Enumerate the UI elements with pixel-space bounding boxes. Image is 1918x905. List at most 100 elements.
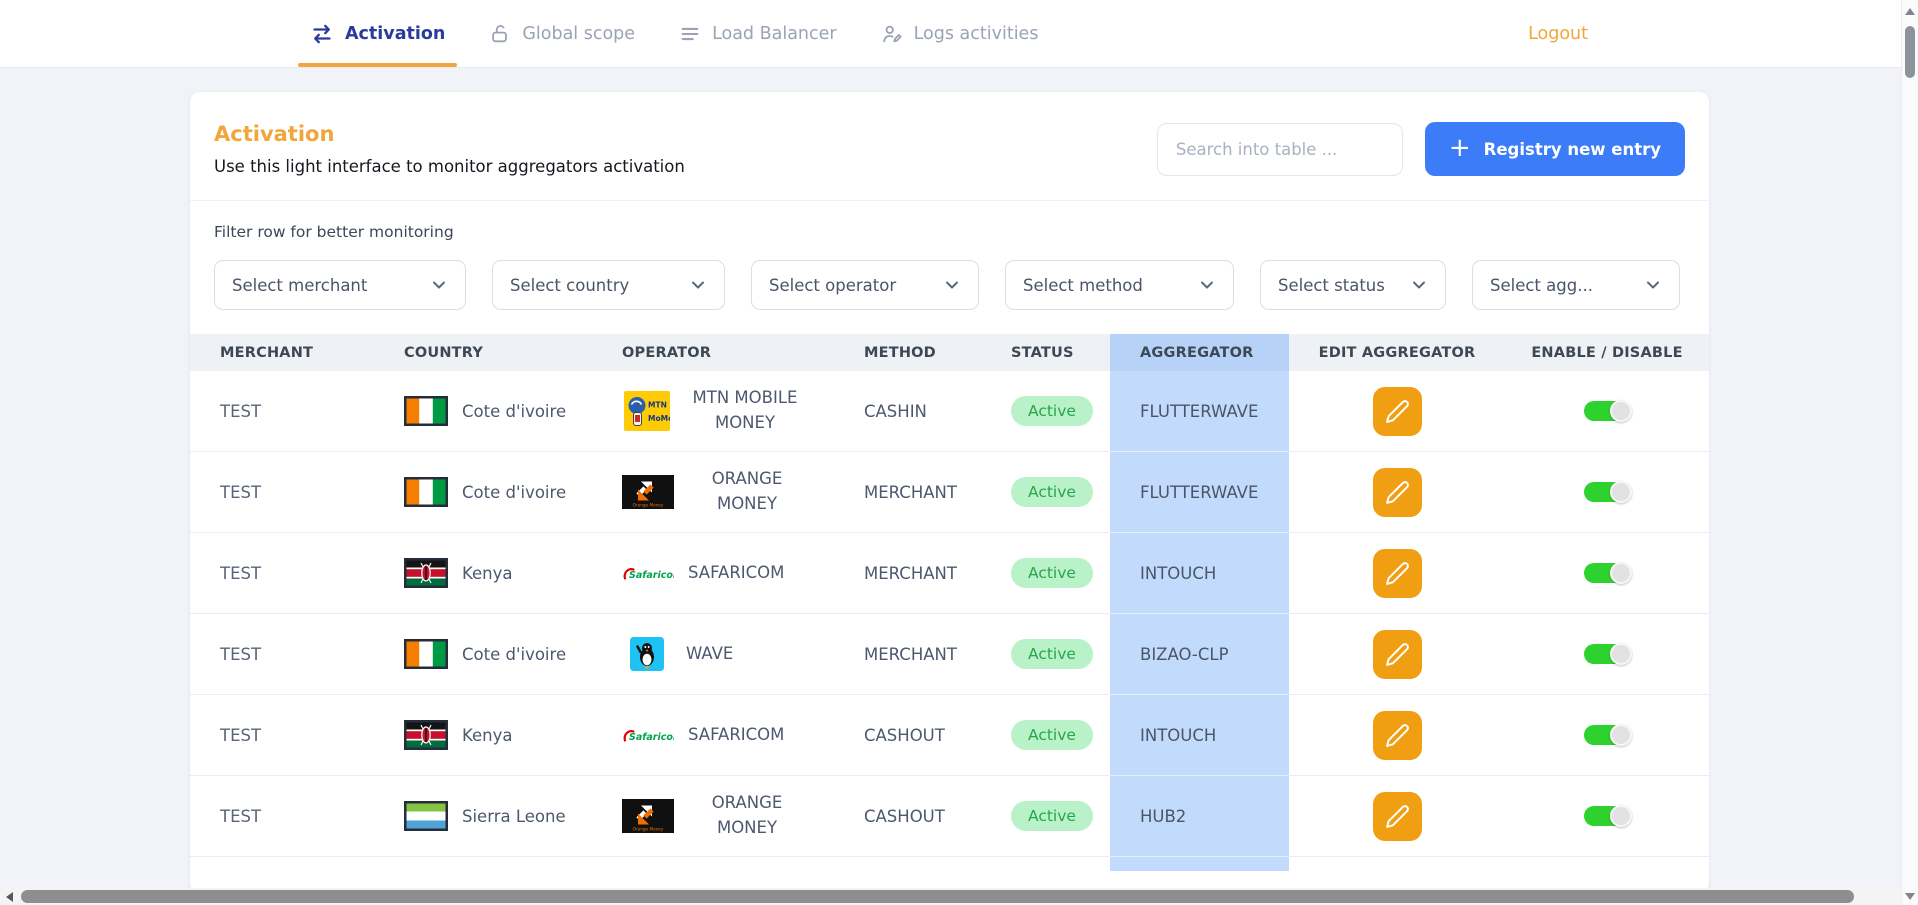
- country-cell: Cote d'ivoire: [398, 452, 618, 532]
- enable-toggle[interactable]: [1584, 644, 1630, 664]
- aggregator-cell: FLUTTERWAVE: [1110, 371, 1289, 451]
- tab-global-scope[interactable]: Global scope: [485, 0, 639, 67]
- tab-label: Logs activities: [914, 24, 1039, 44]
- svg-text:Orange Money: Orange Money: [633, 827, 664, 832]
- enable-toggle[interactable]: [1584, 725, 1630, 745]
- merchant-name: TEST: [220, 402, 261, 421]
- edit-aggregator-cell: [1289, 371, 1505, 451]
- pencil-icon: [1385, 723, 1410, 748]
- chevron-down-icon: [688, 275, 708, 295]
- edit-aggregator-button[interactable]: [1373, 387, 1422, 436]
- chevron-down-icon: [429, 275, 449, 295]
- status-cell: Active: [1005, 776, 1110, 856]
- select-value: Select status: [1278, 276, 1385, 295]
- enable-disable-cell: [1505, 614, 1709, 694]
- merchant-cell: TEST: [190, 452, 398, 532]
- tab-label: Load Balancer: [712, 24, 837, 44]
- kenya-flag: [404, 720, 448, 750]
- aggregator-name: BIZAO-CLP: [1140, 645, 1229, 664]
- merchant-name: TEST: [220, 807, 261, 826]
- horizontal-scrollbar[interactable]: [0, 888, 1901, 905]
- vertical-scrollbar[interactable]: [1901, 0, 1918, 905]
- column-header-country: COUNTRY: [398, 334, 618, 371]
- select-value: Select merchant: [232, 276, 367, 295]
- vertical-scroll-thumb[interactable]: [1905, 26, 1915, 78]
- svg-text:MoMo: MoMo: [648, 414, 670, 423]
- empty-cell: [1505, 857, 1709, 871]
- tab-activation[interactable]: Activation: [306, 0, 449, 67]
- enable-toggle[interactable]: [1584, 482, 1630, 502]
- enable-disable-cell: [1505, 695, 1709, 775]
- operator-name: MTN MOBILE MONEY: [686, 386, 804, 436]
- chevron-down-icon: [1409, 275, 1429, 295]
- filter-select-select-status[interactable]: Select status: [1260, 260, 1446, 310]
- edit-aggregator-cell: [1289, 533, 1505, 613]
- filter-select-select-country[interactable]: Select country: [492, 260, 725, 310]
- select-value: Select agg...: [1490, 276, 1593, 295]
- filter-select-select-operator[interactable]: Select operator: [751, 260, 979, 310]
- enable-toggle[interactable]: [1584, 563, 1630, 583]
- horizontal-scroll-thumb[interactable]: [21, 890, 1854, 903]
- aggregator-cell: INTOUCH: [1110, 533, 1289, 613]
- operator-cell: Orange MoneyORANGE MONEY: [618, 452, 858, 532]
- method-value: CASHOUT: [864, 726, 945, 745]
- edit-aggregator-button[interactable]: [1373, 630, 1422, 679]
- pencil-icon: [1385, 642, 1410, 667]
- chevron-down-icon: [1643, 275, 1663, 295]
- edit-aggregator-button[interactable]: [1373, 549, 1422, 598]
- filter-select-select-agg[interactable]: Select agg...: [1472, 260, 1680, 310]
- cote-divoire-flag: [404, 477, 448, 507]
- user-edit-icon: [881, 23, 903, 45]
- registry-new-entry-button[interactable]: + Registry new entry: [1425, 122, 1685, 176]
- plus-icon: +: [1449, 135, 1471, 161]
- merchant-name: TEST: [220, 726, 261, 745]
- kenya-flag: [404, 558, 448, 588]
- aggregator-name: INTOUCH: [1140, 564, 1216, 583]
- select-value: Select operator: [769, 276, 896, 295]
- column-header-edit-aggregator: EDIT AGGREGATOR: [1289, 334, 1505, 371]
- enable-toggle[interactable]: [1584, 806, 1630, 826]
- country-name: Kenya: [462, 726, 512, 745]
- orange-money-logo: Orange Money: [622, 799, 674, 833]
- toggle-knob: [1610, 400, 1632, 422]
- column-header-merchant: MERCHANT: [190, 334, 398, 371]
- country-name: Cote d'ivoire: [462, 402, 566, 421]
- chevron-down-icon: [1197, 275, 1217, 295]
- edit-aggregator-button[interactable]: [1373, 711, 1422, 760]
- svg-text:Safaricom: Safaricom: [629, 732, 674, 743]
- filter-select-select-merchant[interactable]: Select merchant: [214, 260, 466, 310]
- operator-name: SAFARICOM: [688, 723, 784, 748]
- aggregator-cell: FLUTTERWAVE: [1110, 452, 1289, 532]
- scroll-left-arrow-icon[interactable]: [6, 892, 13, 902]
- operator-cell: Orange MoneyORANGE MONEY: [618, 776, 858, 856]
- country-cell: Kenya: [398, 695, 618, 775]
- edit-aggregator-cell: [1289, 614, 1505, 694]
- pencil-icon: [1385, 399, 1410, 424]
- status-cell: Active: [1005, 533, 1110, 613]
- method-cell: MERCHANT: [858, 452, 1005, 532]
- enable-disable-cell: [1505, 533, 1709, 613]
- status-cell: Active: [1005, 695, 1110, 775]
- enable-toggle[interactable]: [1584, 401, 1630, 421]
- panel-header: Activation Use this light interface to m…: [190, 92, 1709, 201]
- tab-logs-activities[interactable]: Logs activities: [877, 0, 1043, 67]
- edit-aggregator-button[interactable]: [1373, 468, 1422, 517]
- scroll-down-arrow-icon[interactable]: [1905, 893, 1915, 900]
- filter-select-select-method[interactable]: Select method: [1005, 260, 1234, 310]
- enable-disable-cell: [1505, 371, 1709, 451]
- empty-cell: [858, 857, 1005, 871]
- operator-name: WAVE: [686, 642, 733, 667]
- country-cell: Cote d'ivoire: [398, 614, 618, 694]
- aggregator-name: FLUTTERWAVE: [1140, 402, 1258, 421]
- tab-load-balancer[interactable]: Load Balancer: [675, 0, 841, 67]
- status-badge: Active: [1011, 639, 1093, 669]
- edit-aggregator-button[interactable]: [1373, 792, 1422, 841]
- logout-link[interactable]: Logout: [1528, 0, 1588, 67]
- sierra-leone-flag: [404, 801, 448, 831]
- tab-label: Activation: [345, 24, 445, 44]
- country-name: Sierra Leone: [462, 807, 566, 826]
- status-cell: Active: [1005, 371, 1110, 451]
- scroll-up-arrow-icon[interactable]: [1905, 8, 1915, 15]
- search-input[interactable]: [1157, 123, 1403, 176]
- pencil-icon: [1385, 561, 1410, 586]
